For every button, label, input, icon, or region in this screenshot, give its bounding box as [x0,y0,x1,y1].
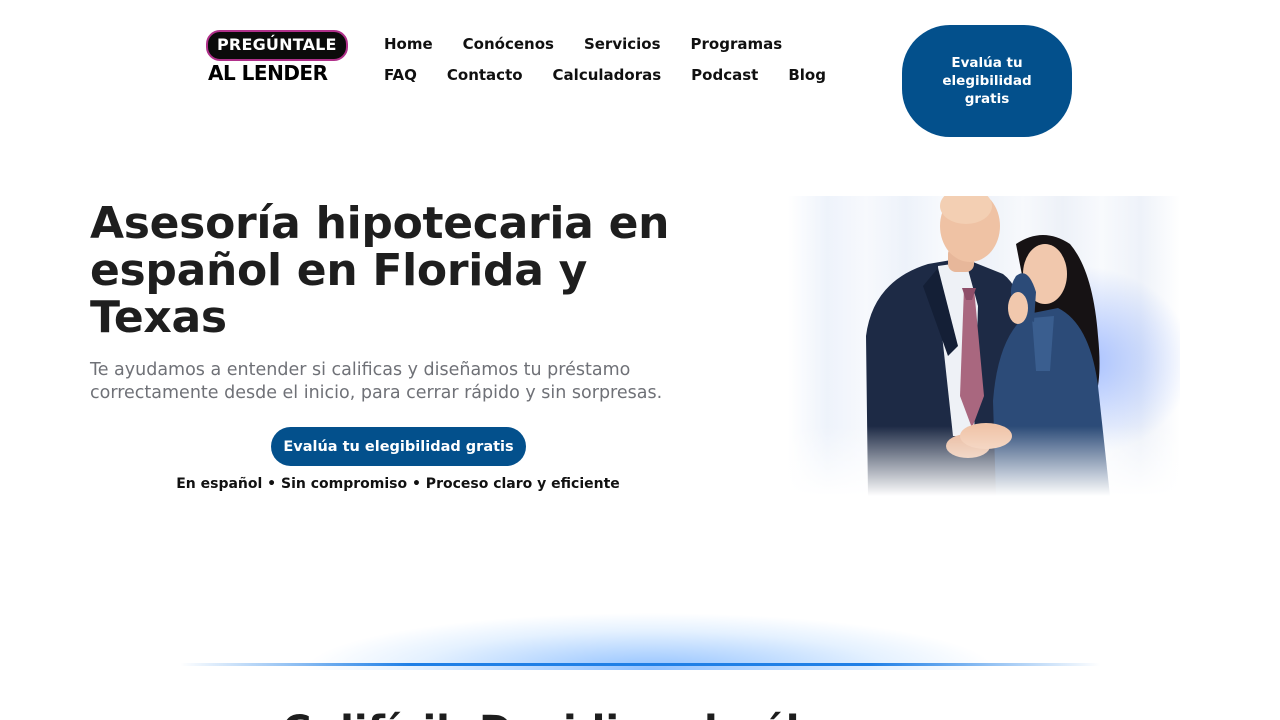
next-section-heading: C difícil. Decidir sola él... [282,708,1042,720]
nav-item-servicios[interactable]: Servicios [584,35,661,53]
logo-line-2: AL LENDER [208,61,328,85]
section-glow [220,575,1080,670]
main-nav: Home Conócenos Servicios Programas FAQ C… [384,28,856,90]
brand-logo[interactable]: PREGÚNTALE AL LENDER [206,30,354,84]
nav-row-2: FAQ Contacto Calculadoras Podcast Blog [384,59,856,90]
nav-row-1: Home Conócenos Servicios Programas [384,28,856,59]
hero-eligibility-button[interactable]: Evalúa tu elegibilidad gratis [271,427,526,466]
photo-fade [788,426,1180,496]
nav-item-conocenos[interactable]: Conócenos [463,35,554,53]
header-eligibility-button[interactable]: Evalúa tu elegibilidad gratis [902,25,1072,137]
nav-item-calculadoras[interactable]: Calculadoras [553,66,662,84]
nav-item-podcast[interactable]: Podcast [691,66,758,84]
nav-item-home[interactable]: Home [384,35,433,53]
nav-item-faq[interactable]: FAQ [384,66,417,84]
nav-item-programas[interactable]: Programas [691,35,783,53]
nav-item-blog[interactable]: Blog [788,66,826,84]
hero-photo [788,196,1180,496]
logo-line-1: PREGÚNTALE [206,30,348,61]
hero-note: En español • Sin compromiso • Proceso cl… [176,476,620,492]
hero-subtitle: Te ayudamos a entender si calificas y di… [90,360,663,403]
hero-title: Asesoría hipotecaria en español en Flori… [90,198,670,343]
nav-item-contacto[interactable]: Contacto [447,66,523,84]
section-divider [180,663,1100,666]
